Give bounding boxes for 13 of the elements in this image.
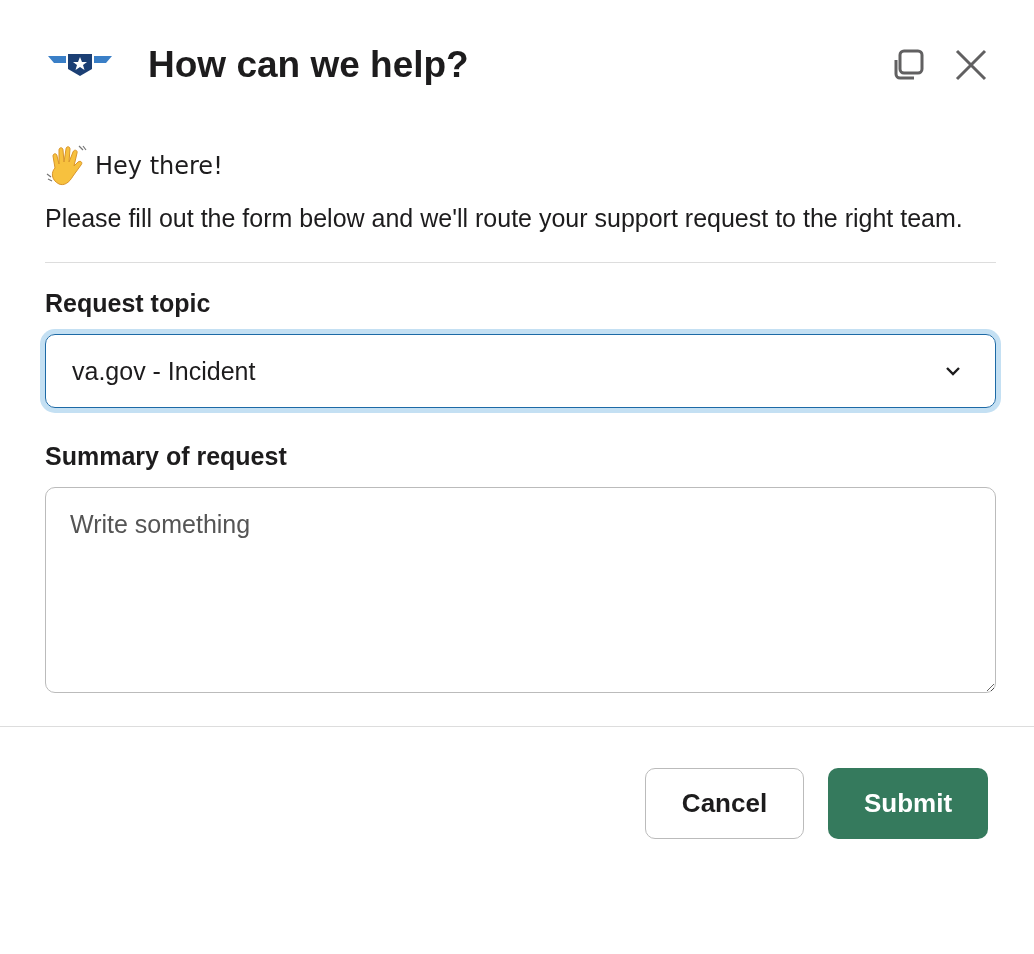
summary-field[interactable]: Write something xyxy=(45,487,996,693)
submit-button[interactable]: Submit xyxy=(828,768,988,839)
copy-icon[interactable] xyxy=(892,48,926,82)
logo-icon xyxy=(48,53,112,77)
cancel-button[interactable]: Cancel xyxy=(645,768,804,839)
field-label: Request topic xyxy=(45,289,212,318)
dialog-title: How can we help? xyxy=(148,44,470,86)
intro-text: Please fill out the form below and we'll route your support request to the right team. xyxy=(45,203,964,234)
field-label: Summary of request xyxy=(45,442,288,471)
close-icon[interactable] xyxy=(954,48,988,82)
chevron-down-icon xyxy=(945,366,961,376)
waving-hand-icon xyxy=(45,144,89,188)
greeting-text: Hey there! xyxy=(95,152,223,180)
